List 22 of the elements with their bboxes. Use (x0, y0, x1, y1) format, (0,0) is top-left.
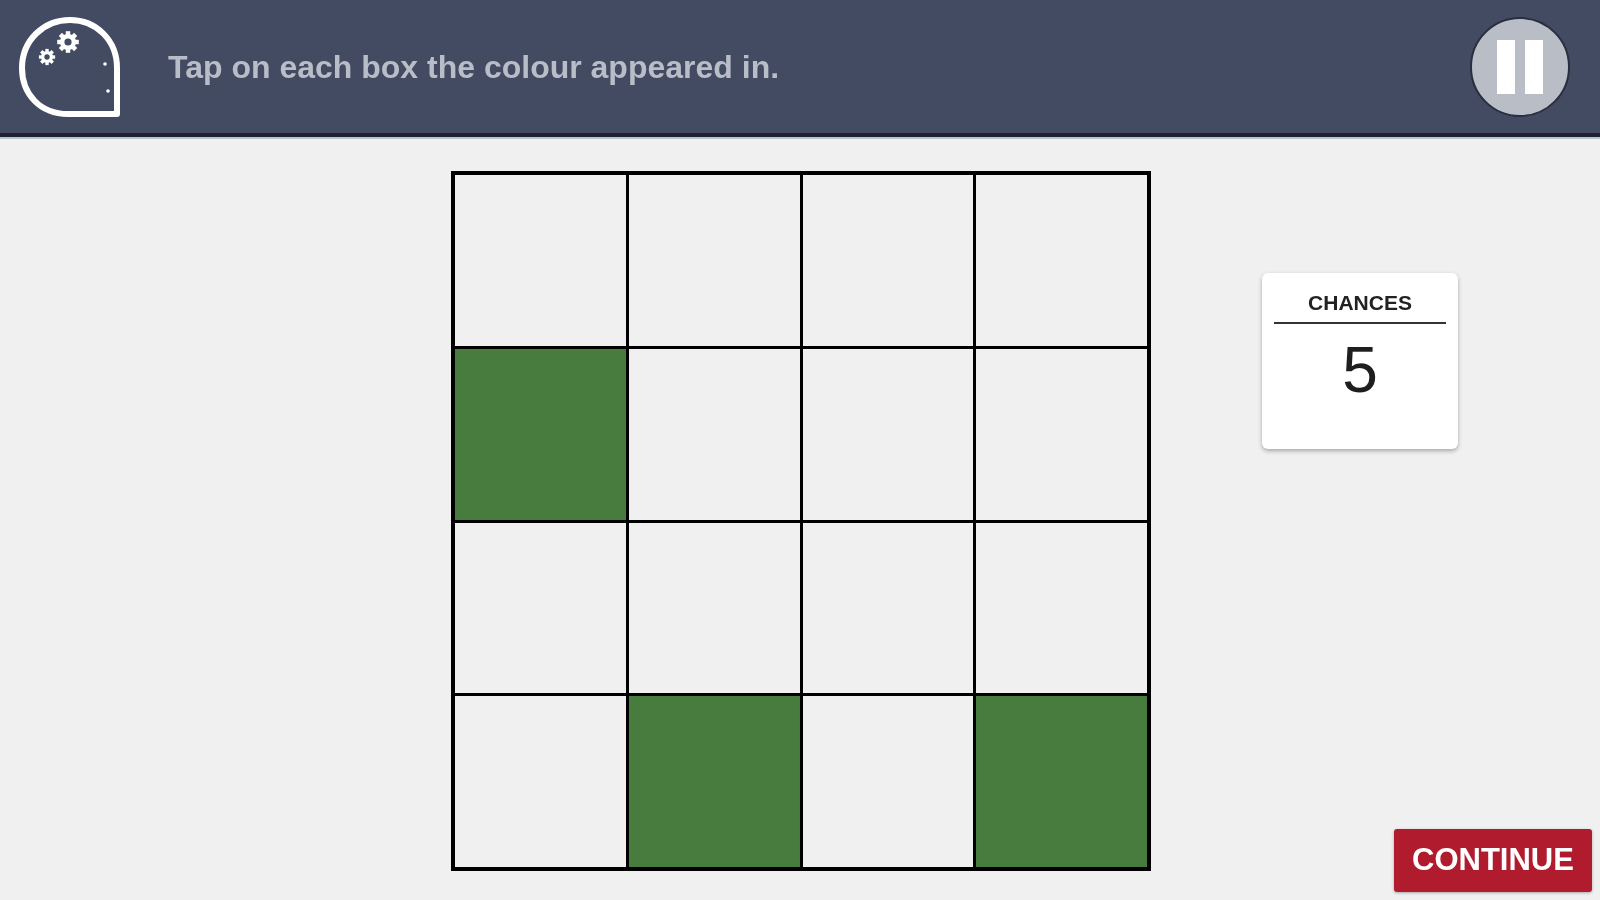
empty-grid-cell[interactable] (628, 175, 800, 346)
chances-count: 5 (1342, 337, 1378, 402)
filled-grid-cell[interactable] (976, 696, 1147, 867)
filled-grid-cell[interactable] (455, 348, 626, 520)
empty-grid-cell[interactable] (802, 522, 974, 694)
empty-grid-cell[interactable] (976, 348, 1147, 520)
empty-grid-cell[interactable] (976, 175, 1147, 346)
instruction-text: Tap on each box the colour appeared in. (168, 47, 780, 87)
empty-grid-cell[interactable] (802, 696, 974, 867)
empty-grid-cell[interactable] (628, 348, 800, 520)
pause-icon (1497, 39, 1543, 94)
empty-grid-cell[interactable] (628, 522, 800, 694)
chances-label: CHANCES (1274, 287, 1446, 324)
filled-grid-cell[interactable] (628, 696, 800, 867)
empty-grid-cell[interactable] (455, 696, 626, 867)
empty-grid-cell[interactable] (976, 522, 1147, 694)
continue-button[interactable]: CONTINUE (1394, 829, 1592, 892)
empty-grid-cell[interactable] (802, 348, 974, 520)
empty-grid-cell[interactable] (455, 175, 626, 346)
empty-grid-cell[interactable] (802, 175, 974, 346)
head-gears-icon (18, 15, 122, 118)
empty-grid-cell[interactable] (455, 522, 626, 694)
